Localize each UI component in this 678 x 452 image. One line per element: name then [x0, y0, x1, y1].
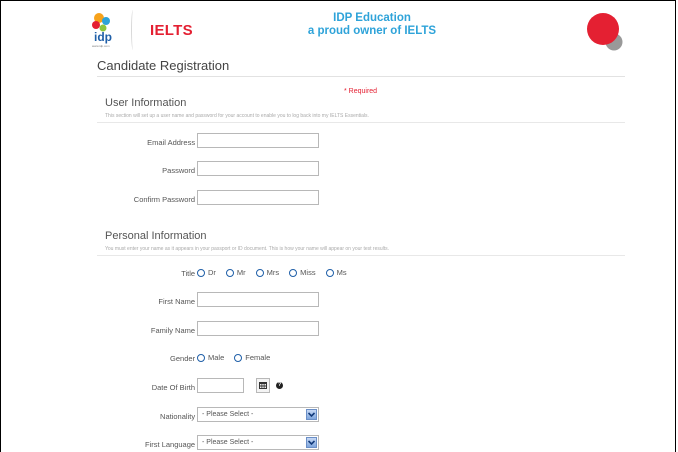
ielts-logo-text: IELTS: [150, 22, 193, 39]
page-title: Candidate Registration: [97, 58, 230, 73]
idp-logo-text: idp: [94, 30, 112, 44]
title-label-text: Title: [181, 269, 196, 278]
nationality-label: Nationality*: [0, 412, 200, 421]
logo-divider: [131, 10, 135, 50]
nationality-select[interactable]: - Please Select -: [197, 407, 319, 422]
family-name-field[interactable]: [197, 321, 319, 336]
gender-radio-female[interactable]: Female: [234, 353, 270, 362]
radio-icon: [197, 353, 205, 362]
divider: [97, 122, 625, 123]
radio-icon: [325, 268, 334, 277]
title-radio-miss[interactable]: Miss: [289, 268, 316, 277]
radio-label: Male: [208, 353, 225, 362]
password-field[interactable]: [197, 161, 319, 176]
gender-label-text: Gender: [170, 354, 196, 363]
brand-circles-icon: [587, 13, 623, 51]
title-radio-ms[interactable]: Ms: [325, 268, 347, 277]
chevron-down-icon: [306, 409, 317, 420]
first-language-label: First Language*: [0, 440, 200, 449]
radio-label: Dr: [208, 268, 216, 277]
calendar-button[interactable]: [256, 378, 270, 393]
radio-label: Mrs: [266, 268, 280, 277]
family-name-label: Family Name*: [0, 326, 200, 335]
tagline-line2: a proud owner of IELTS: [307, 25, 437, 37]
radio-label: Ms: [336, 268, 347, 277]
radio-label: Female: [245, 353, 271, 362]
first-name-field[interactable]: [197, 292, 319, 307]
email-label: Email Address*: [0, 138, 200, 147]
radio-icon: [255, 268, 264, 277]
nationality-label-text: Nationality: [160, 412, 196, 421]
radio-label: Mr: [236, 268, 246, 277]
section-title-personal-info: Personal Information: [105, 230, 207, 242]
title-radio-dr[interactable]: Dr: [197, 268, 216, 277]
confirm-password-field[interactable]: [197, 190, 319, 205]
idp-logo: idp www.idp.com: [92, 13, 112, 48]
dob-label: Date Of Birth*: [0, 383, 200, 392]
password-label-text: Password: [162, 166, 196, 175]
radio-icon: [289, 268, 298, 277]
help-icon[interactable]: ?: [276, 382, 283, 389]
dob-field[interactable]: [197, 378, 244, 393]
nationality-selected-value: - Please Select -: [202, 411, 254, 418]
tagline: IDP Education a proud owner of IELTS: [292, 12, 452, 38]
idp-logo-subtext: www.idp.com: [92, 44, 110, 48]
radio-icon: [197, 268, 205, 277]
radio-icon: [234, 353, 243, 362]
section-title-user-info: User Information: [105, 97, 187, 109]
title-radio-group: Dr Mr Mrs Miss Ms: [197, 268, 357, 277]
gender-label: Gender*: [0, 354, 200, 363]
first-name-label: First Name*: [0, 297, 200, 306]
email-label-text: Email Address: [147, 138, 196, 147]
title-radio-mr[interactable]: Mr: [225, 268, 246, 277]
confirm-password-label: Confirm Password*: [0, 195, 200, 204]
title-radio-mrs[interactable]: Mrs: [255, 268, 280, 277]
divider: [97, 76, 625, 77]
gender-radio-group: Male Female: [197, 353, 280, 362]
first-name-label-text: First Name: [158, 297, 196, 306]
tagline-line1: IDP Education: [333, 12, 411, 24]
first-language-select[interactable]: - Please Select -: [197, 435, 319, 450]
ielts-logo: IELTS: [150, 22, 193, 39]
required-note: * Required: [344, 88, 378, 95]
password-label: Password*: [0, 166, 200, 175]
section-desc-personal-info: You must enter your name as it appears i…: [105, 246, 390, 252]
first-language-label-text: First Language: [145, 440, 196, 449]
first-language-selected-value: - Please Select -: [202, 439, 254, 446]
divider: [97, 255, 625, 256]
chevron-down-icon: [306, 437, 317, 448]
calendar-icon: [259, 382, 267, 389]
section-desc-user-info: This section will set up a user name and…: [105, 113, 369, 119]
confirm-password-label-text: Confirm Password: [133, 195, 196, 204]
gender-radio-male[interactable]: Male: [197, 353, 224, 362]
dob-label-text: Date Of Birth: [151, 383, 196, 392]
title-label: Title*: [0, 269, 200, 278]
email-field[interactable]: [197, 133, 319, 148]
radio-label: Miss: [300, 268, 316, 277]
family-name-label-text: Family Name: [150, 326, 196, 335]
radio-icon: [225, 268, 234, 277]
